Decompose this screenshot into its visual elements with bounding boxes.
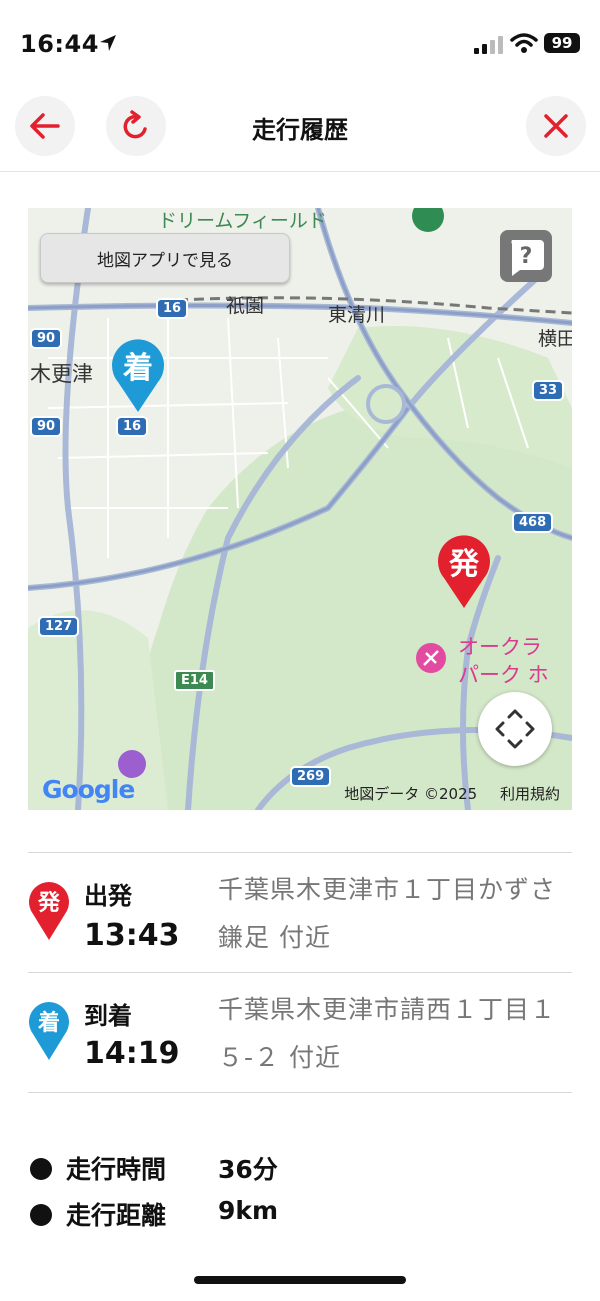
map-label-higashikiyokawa: 東清川 xyxy=(328,304,386,326)
arrival-pin-icon[interactable]: 着 xyxy=(108,336,168,414)
summary-duration: 走行時間 36分 xyxy=(30,1150,278,1186)
route-shield: 269 xyxy=(290,766,332,787)
map-label-yoko: 横田 xyxy=(538,328,572,350)
status-bar: 16:44 99 xyxy=(0,0,600,90)
wifi-icon xyxy=(510,33,538,53)
map-label-dreamfield: ドリームフィールド xyxy=(158,210,327,232)
distance-label: 走行距離 xyxy=(66,1201,167,1230)
route-shield: 33 xyxy=(532,380,565,401)
map-data-credit: 地図データ ©2025 xyxy=(344,785,478,803)
route-shield: 127 xyxy=(38,616,80,637)
route-shield: 16 xyxy=(156,298,189,319)
expand-arrows-icon xyxy=(495,709,535,749)
summary-distance: 走行距離 9km xyxy=(30,1196,278,1232)
duration-label: 走行時間 xyxy=(66,1155,167,1184)
google-logo-text: Google xyxy=(42,775,135,804)
duration-value: 36分 xyxy=(218,1155,278,1184)
header-bar: 走行履歴 xyxy=(0,90,600,172)
bullet-icon xyxy=(30,1158,52,1180)
arrival-badge-icon: 着 xyxy=(29,1002,69,1060)
departure-badge-icon: 発 xyxy=(29,882,69,940)
distance-value: 9km xyxy=(218,1196,279,1225)
departure-pin-icon[interactable]: 発 xyxy=(434,532,494,610)
close-icon xyxy=(544,114,568,138)
departure-time: 13:43 xyxy=(84,918,180,953)
route-shield: 468 xyxy=(512,512,554,533)
arrival-label: 到着 xyxy=(84,1002,132,1030)
map-attribution: 地図データ ©2025 利用規約 xyxy=(344,783,560,804)
help-icon: ? xyxy=(511,240,544,276)
status-time: 16:44 xyxy=(20,30,99,58)
route-shield: 16 xyxy=(116,416,149,437)
recenter-button[interactable] xyxy=(478,692,552,766)
route-shield: 90 xyxy=(30,416,63,437)
map-label-okura-1: オークラ xyxy=(458,635,542,659)
departure-badge-glyph: 発 xyxy=(37,891,61,916)
departure-label: 出発 xyxy=(84,882,132,910)
map-help-button[interactable]: ? xyxy=(500,230,552,282)
cellular-signal-icon xyxy=(474,36,503,54)
location-arrow-icon xyxy=(100,35,116,51)
close-button[interactable] xyxy=(526,96,586,156)
route-map[interactable]: 地図アプリで見る ? ドリームフィールド 祇園 東清川 横田 木更津 オークラ … xyxy=(28,208,572,810)
divider xyxy=(28,852,572,853)
departure-pin-glyph: 発 xyxy=(448,547,480,582)
home-indicator xyxy=(194,1276,406,1284)
page-title: 走行履歴 xyxy=(252,116,348,144)
divider xyxy=(28,1092,572,1093)
arrival-pin-glyph: 着 xyxy=(123,351,153,386)
map-label-kisarazu: 木更津 xyxy=(30,362,93,386)
map-terms-link[interactable]: 利用規約 xyxy=(500,785,560,803)
route-shield: E14 xyxy=(174,670,215,691)
route-shield: 90 xyxy=(30,328,63,349)
arrival-badge-glyph: 着 xyxy=(37,1010,60,1036)
open-in-map-app-button[interactable]: 地図アプリで見る xyxy=(40,233,290,283)
google-logo: Google xyxy=(42,775,135,804)
map-label-gion: 祇園 xyxy=(226,295,265,317)
arrival-address: 千葉県木更津市請西１丁目１５-２ 付近 xyxy=(218,995,557,1072)
departure-address: 千葉県木更津市１丁目かずさ鎌足 付近 xyxy=(218,875,557,952)
map-label-okura-2: パーク ホ xyxy=(458,663,549,687)
bullet-icon xyxy=(30,1204,52,1226)
divider xyxy=(28,972,572,973)
arrival-time: 14:19 xyxy=(84,1036,180,1071)
battery-indicator: 99 xyxy=(544,33,580,53)
help-icon-glyph: ? xyxy=(520,244,533,269)
